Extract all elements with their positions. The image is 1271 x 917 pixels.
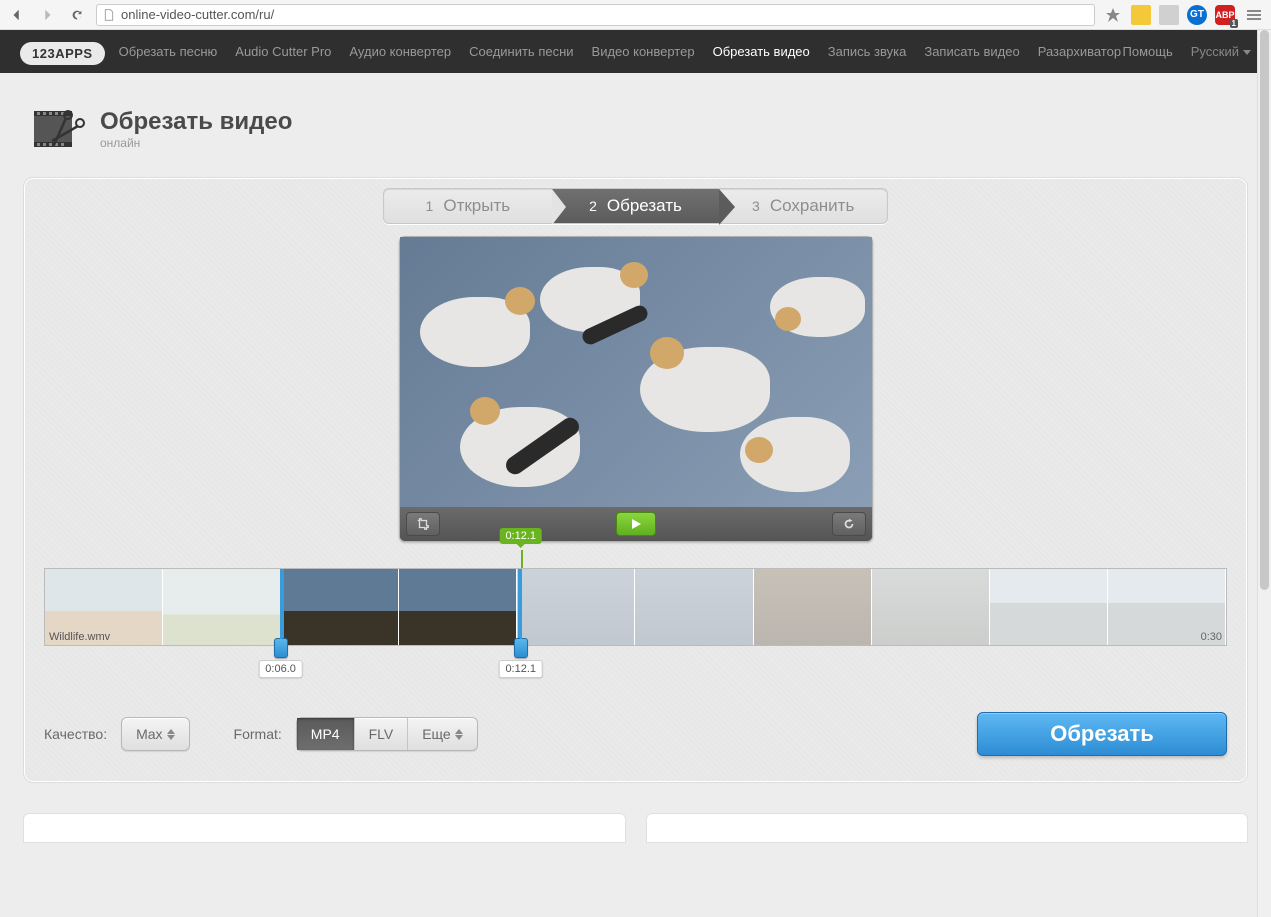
cut-video-icon <box>30 101 86 157</box>
below-columns <box>23 813 1248 843</box>
info-col-2 <box>646 813 1249 843</box>
rotate-button[interactable] <box>832 512 866 536</box>
step-open[interactable]: 1 Открыть <box>384 189 552 223</box>
handle-end[interactable] <box>514 638 528 658</box>
vertical-scrollbar[interactable] <box>1257 30 1271 917</box>
language-selector[interactable]: Русский <box>1191 44 1251 59</box>
format-flv[interactable]: FLV <box>355 718 409 750</box>
extension-gt[interactable]: GT <box>1187 5 1207 25</box>
timeline: 0:12.1 Wildlife.wmv 0:30 0:06.0 0:12.1 <box>44 568 1227 678</box>
cut-button[interactable]: Обрезать <box>977 712 1227 756</box>
format-label: Format: <box>234 726 282 742</box>
topbar-link[interactable]: Соединить песни <box>469 44 573 59</box>
playhead-time: 0:12.1 <box>499 528 542 544</box>
video-player <box>399 236 873 542</box>
sel-start-time: 0:06.0 <box>258 660 303 678</box>
bottom-controls: Качество: Max Format: MP4 FLV Еще Обреза… <box>44 712 1227 756</box>
video-controls <box>400 507 872 541</box>
handle-start[interactable] <box>274 638 288 658</box>
topbar-link[interactable]: Записать видео <box>924 44 1019 59</box>
topbar-link[interactable]: Audio Cutter Pro <box>235 44 331 59</box>
topbar-link[interactable]: Разархиватор <box>1038 44 1121 59</box>
editor-panel: 1 Открыть 2 Обрезать 3 Сохранить <box>23 177 1248 783</box>
page-title: Обрезать видео <box>100 108 292 136</box>
filmstrip[interactable]: Wildlife.wmv 0:30 <box>44 568 1227 646</box>
format-more[interactable]: Еще <box>408 718 477 750</box>
topbar-link[interactable]: Запись звука <box>828 44 907 59</box>
video-preview[interactable] <box>400 237 872 507</box>
topbar-link[interactable]: Аудио конвертер <box>349 44 451 59</box>
info-col-1 <box>23 813 626 843</box>
scrollbar-thumb[interactable] <box>1260 30 1269 590</box>
stepper-icon <box>455 729 463 740</box>
page-header: Обрезать видео онлайн <box>0 73 1271 177</box>
timeline-filename: Wildlife.wmv <box>49 631 110 643</box>
step-cut[interactable]: 2 Обрезать <box>552 189 720 223</box>
format-mp4[interactable]: MP4 <box>297 718 355 750</box>
language-label: Русский <box>1191 44 1239 59</box>
help-link[interactable]: Помощь <box>1123 44 1173 59</box>
timeline-duration: 0:30 <box>1201 631 1222 643</box>
bookmark-star-icon[interactable] <box>1103 5 1123 25</box>
step-tabs: 1 Открыть 2 Обрезать 3 Сохранить <box>383 188 888 224</box>
crop-button[interactable] <box>406 512 440 536</box>
forward-button[interactable] <box>36 4 58 26</box>
play-button[interactable] <box>616 512 656 536</box>
chevron-down-icon <box>1243 48 1251 56</box>
extension-2[interactable] <box>1159 5 1179 25</box>
page-subtitle: онлайн <box>100 136 292 150</box>
topbar-link[interactable]: Обрезать видео <box>713 44 810 59</box>
topbar-link[interactable]: Видео конвертер <box>592 44 695 59</box>
page-icon <box>103 9 115 21</box>
extension-abp[interactable]: ABP <box>1215 5 1235 25</box>
quality-selector[interactable]: Max <box>121 717 189 751</box>
quality-value: Max <box>136 726 162 742</box>
browser-chrome: online-video-cutter.com/ru/ GT ABP <box>0 0 1271 30</box>
chrome-menu-icon[interactable] <box>1243 10 1265 20</box>
quality-label: Качество: <box>44 726 107 742</box>
step-save[interactable]: 3 Сохранить <box>719 189 887 223</box>
site-topbar: 123APPS Обрезать песню Audio Cutter Pro Ау… <box>0 30 1271 73</box>
url-bar[interactable]: online-video-cutter.com/ru/ <box>96 4 1095 26</box>
back-button[interactable] <box>6 4 28 26</box>
extension-1[interactable] <box>1131 5 1151 25</box>
stepper-icon <box>167 729 175 740</box>
url-text: online-video-cutter.com/ru/ <box>121 7 274 22</box>
sel-end-time: 0:12.1 <box>498 660 543 678</box>
reload-button[interactable] <box>66 4 88 26</box>
site-logo[interactable]: 123APPS <box>20 42 105 65</box>
topbar-link[interactable]: Обрезать песню <box>119 44 218 59</box>
topbar-links: Обрезать песню Audio Cutter Pro Аудио конв… <box>119 38 1123 59</box>
format-selector: MP4 FLV Еще <box>296 717 478 751</box>
